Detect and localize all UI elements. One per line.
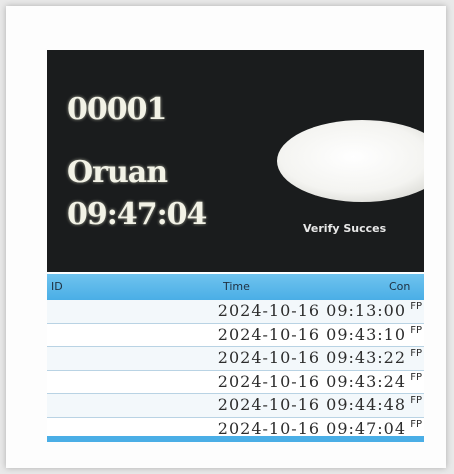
user-id: 00001 (67, 92, 167, 127)
log-rows: 2024-10-16 09:13:00 FP 2024-10-16 09:43:… (47, 300, 424, 441)
row-time: 2024-10-16 09:47:04 (217, 418, 406, 438)
table-row[interactable]: 2024-10-16 09:44:48 FP (47, 394, 424, 418)
column-header-id[interactable]: ID (51, 280, 63, 293)
row-con: FP (410, 418, 422, 430)
row-con: FP (410, 301, 422, 312)
log-header: ID Time Con (47, 274, 424, 300)
column-header-con[interactable]: Con (389, 280, 410, 293)
verify-time: 09:47:04 (67, 197, 207, 232)
row-time: 2024-10-16 09:43:24 (217, 371, 406, 391)
row-time: 2024-10-16 09:13:00 (217, 301, 406, 320)
table-row[interactable]: 2024-10-16 09:43:24 FP (47, 370, 424, 394)
row-time: 2024-10-16 09:43:22 (217, 348, 406, 367)
column-header-time[interactable]: Time (223, 280, 250, 293)
row-time: 2024-10-16 09:43:10 (217, 324, 406, 344)
user-name: Oruan (67, 155, 168, 190)
table-row[interactable]: 2024-10-16 09:13:00 FP (47, 300, 424, 324)
table-footer-bar (47, 436, 424, 442)
verify-status: Verify Succes (303, 222, 387, 235)
attendance-log-table: ID Time Con 2024-10-16 09:13:00 FP 2024-… (47, 274, 424, 442)
row-con: FP (410, 371, 422, 383)
row-con: FP (410, 348, 422, 359)
table-row[interactable]: 2024-10-16 09:43:22 FP (47, 347, 424, 371)
row-con: FP (410, 395, 422, 406)
row-time: 2024-10-16 09:44:48 (217, 395, 406, 414)
table-row[interactable]: 2024-10-16 09:43:10 FP (47, 323, 424, 347)
row-con: FP (410, 324, 422, 336)
fingerprint-icon (277, 120, 424, 202)
device-screen: 00001 Oruan 09:47:04 Verify Succes (47, 50, 424, 272)
